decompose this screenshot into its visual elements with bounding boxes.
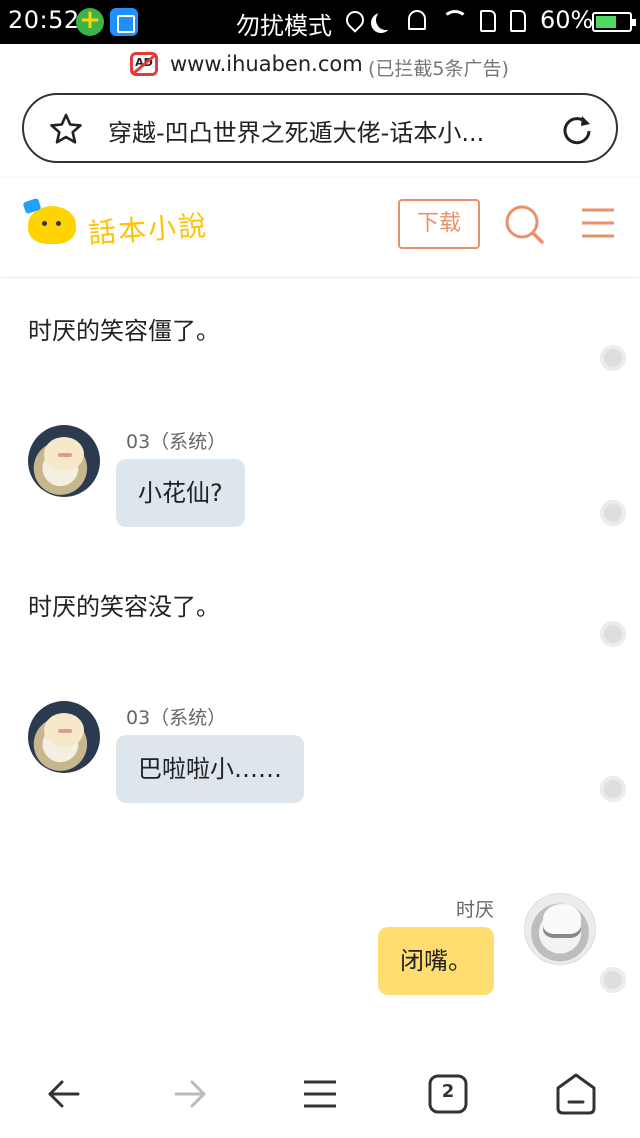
status-bar: 20:52 勿扰模式 60% [0, 0, 640, 44]
sim-card-2-icon [510, 10, 526, 32]
narration-text: 时厌的笑容僵了。 [28, 317, 220, 345]
sim-card-icon [480, 10, 496, 32]
menu-icon[interactable] [580, 206, 616, 240]
chat-bubble: 巴啦啦小…… [116, 735, 304, 803]
site-logo[interactable]: 話本小說 [87, 204, 210, 252]
forward-arrow-icon[interactable] [166, 1070, 214, 1118]
ads-blocked-count: (已拦截5条广告) [368, 58, 509, 80]
comment-dot[interactable] [600, 776, 626, 802]
search-icon[interactable] [502, 202, 546, 246]
wifi-icon [442, 10, 468, 32]
comment-dot[interactable] [600, 621, 626, 647]
comment-dot[interactable] [600, 500, 626, 526]
battery-icon [592, 12, 636, 32]
site-header: 話本小說 下载 [0, 178, 640, 278]
location-icon [342, 7, 368, 33]
ad-block-icon: AD [130, 52, 158, 76]
do-not-disturb-label: 勿扰模式 [236, 12, 332, 40]
screenshot-icon [110, 8, 138, 36]
narration-text: 时厌的笑容没了。 [28, 593, 220, 621]
chat-bubble: 小花仙? [116, 459, 245, 527]
moon-icon [376, 10, 396, 30]
avatar[interactable] [28, 701, 100, 773]
comment-dot[interactable] [600, 345, 626, 371]
bell-off-icon [408, 10, 426, 30]
logo-face-icon[interactable] [28, 206, 76, 244]
tabs-button[interactable]: 2 [424, 1070, 472, 1118]
speaker-name: 03（系统） [126, 431, 227, 453]
star-icon[interactable] [50, 113, 82, 145]
refresh-icon[interactable] [560, 112, 594, 146]
menu-lines-icon[interactable] [296, 1070, 344, 1118]
download-button[interactable]: 下载 [398, 199, 480, 249]
ad-block-strip: AD www.ihuaben.com (已拦截5条广告) [0, 44, 640, 86]
page-title[interactable]: 穿越-凹凸世界之死遁大佬-话本小... [108, 113, 528, 148]
speaker-name: 时厌 [456, 899, 495, 921]
back-arrow-icon[interactable] [40, 1070, 88, 1118]
chat-content: 时厌的笑容僵了。 03（系统） 小花仙? 时厌的笑容没了。 03（系统） 巴啦啦… [0, 279, 640, 1049]
avatar[interactable] [524, 893, 596, 965]
speaker-name: 03（系统） [126, 707, 227, 729]
app-plus-icon [76, 5, 104, 36]
home-icon[interactable] [552, 1070, 600, 1118]
avatar[interactable] [28, 425, 100, 497]
address-bar[interactable]: 穿越-凹凸世界之死遁大佬-话本小... [22, 93, 618, 163]
bottom-nav: 2 [0, 1052, 640, 1138]
status-icons [342, 7, 536, 36]
status-time: 20:52 [8, 6, 80, 34]
tabs-count: 2 [441, 1081, 455, 1102]
chat-bubble: 闭嘴。 [378, 927, 494, 995]
comment-dot[interactable] [600, 967, 626, 993]
page-url: www.ihuaben.com [170, 52, 363, 76]
battery-percent: 60% [540, 6, 594, 34]
